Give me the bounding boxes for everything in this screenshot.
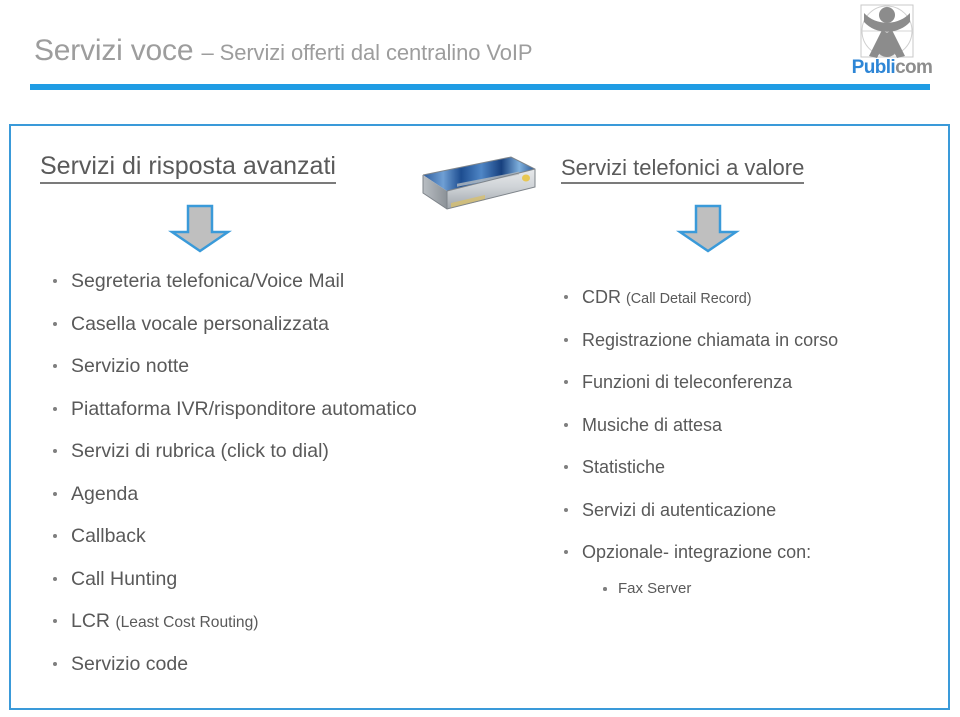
bullet-dot-icon	[53, 576, 57, 581]
bullet-dot-icon	[53, 279, 57, 284]
logo-word-com: com	[895, 57, 933, 78]
list-item-label: Musiche di attesa	[582, 414, 723, 435]
list-item-note: (Least Cost Routing)	[115, 614, 259, 631]
list-item-note: (Call Detail Record)	[626, 291, 752, 307]
content-frame: Servizi di risposta avanzati Segreteria …	[9, 124, 950, 710]
list-item: Casella vocale personalizzata	[53, 303, 523, 346]
list-item: LCR (Least Cost Routing)	[53, 600, 523, 643]
list-item-label: Call Hunting	[71, 567, 178, 590]
list-item-label: Servizi di rubrica (click to dial)	[71, 440, 329, 462]
column-right: Servizi telefonici a valore CDR (Call De…	[531, 126, 952, 708]
bullet-dot-icon	[53, 321, 57, 326]
list-item-label: Callback	[71, 525, 146, 547]
slide-header: Servizi voce – Servizi offerti dal centr…	[0, 0, 960, 100]
list-item-label: Agenda	[71, 482, 139, 505]
right-column-heading: Servizi telefonici a valore	[561, 155, 805, 184]
list-item: Servizio notte	[53, 345, 523, 388]
list-item-label: Funzioni di teleconferenza	[582, 372, 793, 392]
left-column-bullet-list: Segreteria telefonica/Voice Mail Casella…	[53, 260, 523, 685]
title-underline-rule	[30, 84, 930, 90]
bullet-dot-icon	[564, 550, 568, 555]
pbx-appliance-photo	[422, 156, 536, 210]
right-column-sub-bullet-list: Fax Server	[603, 574, 691, 604]
bullet-dot-icon	[603, 587, 607, 591]
list-item: Musiche di attesa	[564, 404, 944, 447]
list-item: Opzionale- integrazione con:	[564, 531, 944, 574]
left-column-heading: Servizi di risposta avanzati	[40, 152, 336, 184]
list-item-label: Registrazione chiamata in corso	[582, 329, 839, 350]
list-item-label: Servizio code	[71, 652, 189, 675]
list-item: Call Hunting	[53, 558, 523, 601]
publicom-wordmark: Publicom	[844, 58, 940, 78]
bullet-dot-icon	[564, 507, 568, 512]
list-item: Statistiche	[564, 446, 944, 489]
right-column-bullet-list: CDR (Call Detail Record) Registrazione c…	[564, 276, 944, 574]
list-item: Piattaforma IVR/risponditore automatico	[53, 388, 523, 431]
list-item-label: Servizio notte	[71, 355, 190, 377]
list-item: Registrazione chiamata in corso	[564, 319, 944, 362]
bullet-dot-icon	[564, 465, 568, 470]
list-item: Agenda	[53, 473, 523, 516]
publicom-logo: Publicom	[838, 4, 942, 84]
down-arrow-icon	[168, 204, 232, 253]
bullet-dot-icon	[53, 406, 57, 411]
logo-word-publi: Publi	[851, 57, 896, 78]
bullet-dot-icon	[53, 491, 57, 496]
list-item-label: Fax Server	[618, 580, 692, 597]
page-title-main: Servizi voce	[34, 34, 202, 67]
list-item-label: Statistiche	[582, 457, 666, 477]
bullet-dot-icon	[564, 422, 568, 427]
list-item-label: Opzionale- integrazione con:	[582, 542, 812, 562]
list-item-label: Segreteria telefonica/Voice Mail	[71, 270, 345, 292]
bullet-dot-icon	[564, 295, 568, 300]
list-item: Segreteria telefonica/Voice Mail	[53, 260, 523, 303]
list-item-label: Servizi di autenticazione	[582, 499, 777, 520]
list-item-label: CDR	[582, 287, 626, 307]
bullet-dot-icon	[53, 449, 57, 454]
list-item: CDR (Call Detail Record)	[564, 276, 944, 319]
publicom-logo-mark-icon	[860, 4, 914, 58]
list-item: Callback	[53, 515, 523, 558]
page-title: Servizi voce – Servizi offerti dal centr…	[34, 34, 533, 68]
down-arrow-icon	[676, 204, 740, 253]
list-item-label: Piattaforma IVR/risponditore automatico	[71, 397, 417, 420]
list-item: Fax Server	[603, 574, 691, 604]
bullet-dot-icon	[564, 337, 568, 342]
list-item: Servizi di autenticazione	[564, 489, 944, 532]
bullet-dot-icon	[53, 534, 57, 539]
bullet-dot-icon	[564, 380, 568, 385]
list-item-label: LCR	[71, 610, 116, 632]
list-item-label: Casella vocale personalizzata	[71, 312, 329, 335]
list-item: Funzioni di teleconferenza	[564, 361, 944, 404]
bullet-dot-icon	[53, 364, 57, 369]
page-title-subtitle: – Servizi offerti dal centralino VoIP	[201, 40, 533, 65]
list-item: Servizi di rubrica (click to dial)	[53, 430, 523, 473]
bullet-dot-icon	[53, 661, 57, 666]
column-left: Servizi di risposta avanzati Segreteria …	[11, 126, 536, 708]
list-item: Servizio code	[53, 643, 523, 686]
bullet-dot-icon	[53, 619, 57, 624]
